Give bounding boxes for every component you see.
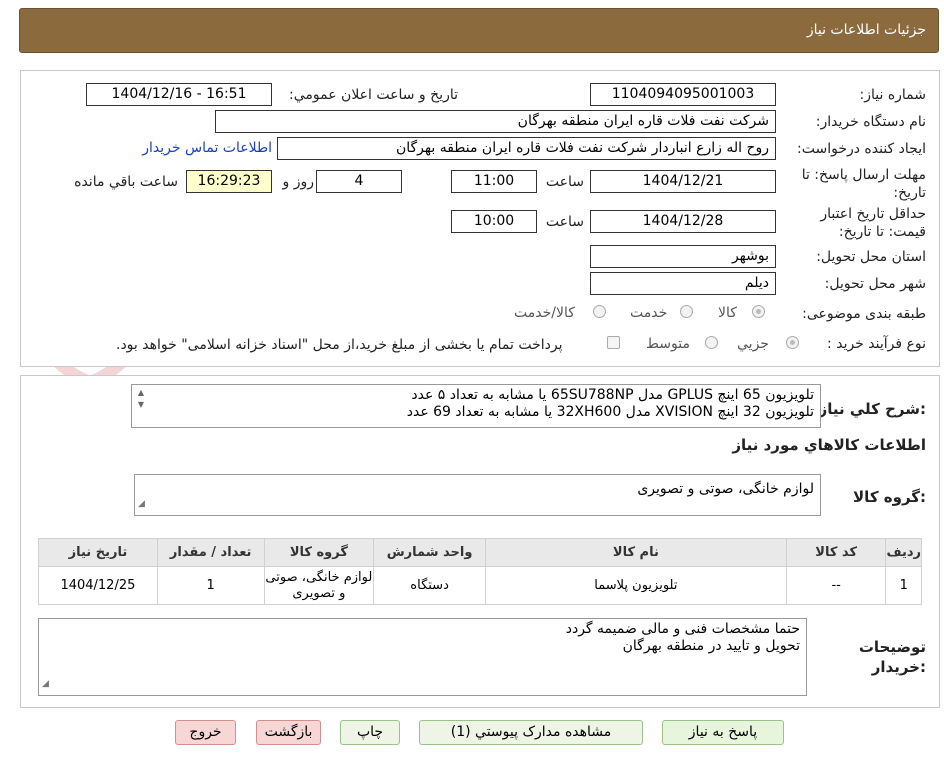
col-unit: واحد شمارش bbox=[373, 538, 486, 567]
category-option-goods: کالا bbox=[718, 305, 737, 321]
announce-label: تاریخ و ساعت اعلان عمومي: bbox=[289, 87, 458, 103]
remaining-days-field: 4 bbox=[316, 170, 402, 193]
treasury-payment-note: پرداخت تمام یا بخشی از مبلغ خرید،از محل … bbox=[116, 337, 563, 353]
need-number-label: شماره نیاز: bbox=[859, 87, 927, 103]
deadline-label-line1: مهلت ارسال پاسخ: تا bbox=[801, 167, 926, 183]
col-need-date: تاریخ نیاز bbox=[38, 538, 158, 567]
col-goods-code: کد کالا bbox=[785, 538, 887, 567]
category-radio-goods[interactable] bbox=[752, 305, 765, 318]
page-header: جزئیات اطلاعات نیاز bbox=[19, 8, 939, 53]
cell-unit: دستگاه bbox=[373, 566, 486, 605]
treasury-payment-checkbox[interactable] bbox=[607, 336, 620, 349]
goods-section-title: اطلاعات کالاهاي مورد نیاز bbox=[732, 436, 926, 454]
validity-time-field: 10:00 bbox=[451, 210, 537, 233]
buyer-notes-line-1: حتما مشخصات فنی و مالی ضمیمه گردد bbox=[565, 621, 800, 637]
buyer-notes-line-2: تحویل و تایید در منطقه بهرگان bbox=[622, 638, 800, 654]
validity-time-word: ساعت bbox=[545, 214, 584, 230]
cell-goods-group: لوازم خانگی، صوتی و تصویری bbox=[263, 566, 375, 605]
col-goods-name: نام کالا bbox=[484, 538, 787, 567]
exit-button[interactable]: خروج bbox=[175, 720, 236, 745]
col-quantity: تعداد / مقدار bbox=[156, 538, 265, 567]
days-word: روز و bbox=[282, 174, 315, 190]
description-scrollbar[interactable]: ▲ ▼ bbox=[134, 387, 148, 423]
goods-group-textarea: لوازم خانگی، صوتی و تصویری ◢ bbox=[134, 474, 821, 516]
province-label: استان محل تحویل: bbox=[816, 249, 926, 265]
cell-row-number: 1 bbox=[885, 566, 922, 605]
announce-field: 1404/12/16 - 16:51 bbox=[86, 83, 272, 106]
col-goods-group: گروه کالا bbox=[263, 538, 375, 567]
requester-field: روح اله زارع انباردار شرکت نفت فلات قاره… bbox=[277, 137, 776, 160]
validity-label-line2: قیمت: تا تاریخ: bbox=[838, 224, 926, 240]
remaining-word: ساعت باقي مانده bbox=[74, 174, 178, 190]
remaining-time-field: 16:29:23 bbox=[186, 170, 272, 193]
goods-table-header: ردیف کد کالا نام کالا واحد شمارش گروه کا… bbox=[38, 538, 922, 567]
buyer-contact-link[interactable]: اطلاعات تماس خریدار bbox=[142, 140, 272, 156]
category-radio-service[interactable] bbox=[680, 305, 693, 318]
buyer-org-field: شرکت نفت فلات قاره ایران منطقه بهرگان bbox=[215, 110, 776, 133]
description-line-2: تلویزیون 32 اینچ XVISION مدل 32XH600 یا … bbox=[406, 404, 814, 420]
col-row-number: ردیف bbox=[885, 538, 922, 567]
description-textarea: ▲ ▼ تلویزیون 65 اینچ GPLUS مدل 65SU788NP … bbox=[131, 384, 821, 428]
back-button[interactable]: بازگشت bbox=[256, 720, 321, 745]
process-option-medium: متوسط bbox=[646, 336, 690, 352]
resize-handle-icon[interactable]: ◢ bbox=[138, 496, 145, 513]
description-line-1: تلویزیون 65 اینچ GPLUS مدل 65SU788NP یا … bbox=[411, 387, 814, 403]
category-label: طبقه بندی موضوعی: bbox=[802, 306, 926, 322]
cell-goods-code: -- bbox=[785, 566, 887, 605]
cell-quantity: 1 bbox=[156, 566, 265, 605]
cell-need-date: 1404/12/25 bbox=[38, 566, 158, 605]
process-option-minor: جزيي bbox=[737, 336, 769, 352]
goods-group-value: لوازم خانگی، صوتی و تصویری bbox=[637, 481, 814, 497]
process-radio-medium[interactable] bbox=[705, 336, 718, 349]
goods-group-label: گروه کالا: bbox=[853, 488, 926, 506]
validity-label-line1: حداقل تاریخ اعتبار bbox=[820, 206, 926, 222]
reply-button[interactable]: پاسخ به نیاز bbox=[662, 720, 784, 745]
process-radio-minor[interactable] bbox=[786, 336, 799, 349]
province-field: بوشهر bbox=[590, 245, 776, 268]
buyer-org-label: نام دستگاه خریدار: bbox=[815, 114, 926, 130]
page-title: جزئیات اطلاعات نیاز bbox=[806, 22, 926, 38]
requester-label: ایجاد کننده درخواست: bbox=[797, 141, 926, 157]
deadline-date-field: 1404/12/21 bbox=[590, 170, 776, 193]
view-attachments-button[interactable]: مشاهده مدارک پیوستي (1) bbox=[419, 720, 643, 745]
city-label: شهر محل تحویل: bbox=[824, 276, 926, 292]
goods-table: ردیف کد کالا نام کالا واحد شمارش گروه کا… bbox=[38, 538, 922, 605]
deadline-label-line2: تاریخ: bbox=[893, 185, 926, 201]
deadline-time-word: ساعت bbox=[545, 174, 584, 190]
buyer-notes-label-line1: توضیحات bbox=[858, 638, 926, 656]
resize-handle-icon[interactable]: ◢ bbox=[42, 676, 49, 693]
print-button[interactable]: چاپ bbox=[340, 720, 400, 745]
need-number-field: 1104094095001003 bbox=[590, 83, 776, 106]
buyer-notes-label-line2: خریدار: bbox=[871, 658, 926, 676]
validity-date-field: 1404/12/28 bbox=[590, 210, 776, 233]
category-option-service: خدمت bbox=[630, 305, 668, 321]
city-field: دیلم bbox=[590, 272, 776, 295]
buyer-notes-textarea: حتما مشخصات فنی و مالی ضمیمه گردد تحویل … bbox=[38, 618, 807, 696]
category-option-goods-service: کالا/خدمت bbox=[514, 305, 575, 321]
table-row: 1 -- تلویزیون پلاسما دستگاه لوازم خانگی،… bbox=[38, 566, 922, 605]
cell-goods-name: تلویزیون پلاسما bbox=[484, 566, 787, 605]
process-label: نوع فرآیند خرید : bbox=[827, 336, 926, 352]
deadline-time-field: 11:00 bbox=[451, 170, 537, 193]
category-radio-goods-service[interactable] bbox=[593, 305, 606, 318]
description-label: شرح کلي نیاز: bbox=[818, 400, 926, 418]
